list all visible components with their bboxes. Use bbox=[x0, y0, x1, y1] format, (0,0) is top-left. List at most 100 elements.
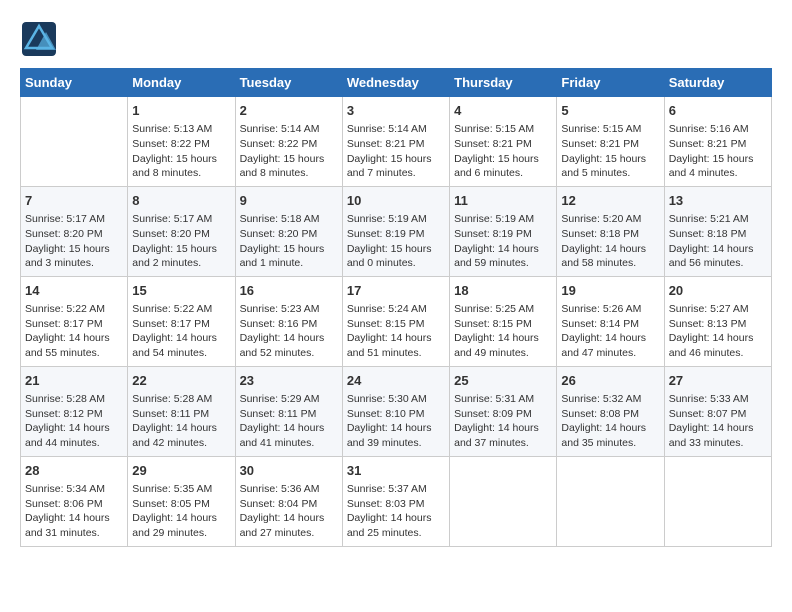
day-info-text: and 42 minutes. bbox=[132, 436, 230, 451]
day-number: 13 bbox=[669, 192, 767, 210]
day-info-text: Sunrise: 5:29 AM bbox=[240, 392, 338, 407]
day-number: 17 bbox=[347, 282, 445, 300]
day-info-text: Daylight: 14 hours bbox=[561, 421, 659, 436]
day-info-text: Daylight: 14 hours bbox=[561, 331, 659, 346]
calendar-week-4: 21Sunrise: 5:28 AMSunset: 8:12 PMDayligh… bbox=[21, 366, 772, 456]
day-info-text: Sunset: 8:20 PM bbox=[132, 227, 230, 242]
calendar-cell bbox=[450, 456, 557, 546]
day-info-text: Sunrise: 5:19 AM bbox=[454, 212, 552, 227]
day-info-text: Daylight: 14 hours bbox=[240, 331, 338, 346]
day-info-text: Sunrise: 5:15 AM bbox=[454, 122, 552, 137]
day-info-text: Sunset: 8:03 PM bbox=[347, 497, 445, 512]
weekday-header-sunday: Sunday bbox=[21, 69, 128, 97]
day-info-text: Sunrise: 5:36 AM bbox=[240, 482, 338, 497]
day-info-text: Sunrise: 5:34 AM bbox=[25, 482, 123, 497]
calendar-cell: 19Sunrise: 5:26 AMSunset: 8:14 PMDayligh… bbox=[557, 276, 664, 366]
day-number: 27 bbox=[669, 372, 767, 390]
weekday-header-saturday: Saturday bbox=[664, 69, 771, 97]
day-info-text: Sunset: 8:13 PM bbox=[669, 317, 767, 332]
day-info-text: Daylight: 14 hours bbox=[240, 421, 338, 436]
calendar-header-row: SundayMondayTuesdayWednesdayThursdayFrid… bbox=[21, 69, 772, 97]
day-info-text: Sunrise: 5:24 AM bbox=[347, 302, 445, 317]
day-number: 4 bbox=[454, 102, 552, 120]
day-info-text: and 39 minutes. bbox=[347, 436, 445, 451]
calendar-cell: 23Sunrise: 5:29 AMSunset: 8:11 PMDayligh… bbox=[235, 366, 342, 456]
day-info-text: Sunrise: 5:15 AM bbox=[561, 122, 659, 137]
day-info-text: and 25 minutes. bbox=[347, 526, 445, 541]
day-number: 14 bbox=[25, 282, 123, 300]
day-number: 11 bbox=[454, 192, 552, 210]
day-info-text: and 33 minutes. bbox=[669, 436, 767, 451]
day-info-text: and 41 minutes. bbox=[240, 436, 338, 451]
calendar-cell: 1Sunrise: 5:13 AMSunset: 8:22 PMDaylight… bbox=[128, 97, 235, 187]
day-info-text: Daylight: 14 hours bbox=[25, 511, 123, 526]
day-info-text: Daylight: 15 hours bbox=[132, 152, 230, 167]
calendar-cell: 15Sunrise: 5:22 AMSunset: 8:17 PMDayligh… bbox=[128, 276, 235, 366]
day-info-text: and 3 minutes. bbox=[25, 256, 123, 271]
day-info-text: Daylight: 14 hours bbox=[669, 242, 767, 257]
day-info-text: Daylight: 14 hours bbox=[347, 511, 445, 526]
calendar-cell: 25Sunrise: 5:31 AMSunset: 8:09 PMDayligh… bbox=[450, 366, 557, 456]
day-info-text: Sunset: 8:21 PM bbox=[561, 137, 659, 152]
day-info-text: and 55 minutes. bbox=[25, 346, 123, 361]
day-info-text: and 31 minutes. bbox=[25, 526, 123, 541]
day-info-text: and 49 minutes. bbox=[454, 346, 552, 361]
day-info-text: and 56 minutes. bbox=[669, 256, 767, 271]
day-info-text: and 47 minutes. bbox=[561, 346, 659, 361]
weekday-header-wednesday: Wednesday bbox=[342, 69, 449, 97]
day-info-text: Sunset: 8:15 PM bbox=[454, 317, 552, 332]
day-info-text: and 2 minutes. bbox=[132, 256, 230, 271]
calendar-cell: 18Sunrise: 5:25 AMSunset: 8:15 PMDayligh… bbox=[450, 276, 557, 366]
page-header bbox=[20, 20, 772, 58]
day-info-text: Sunset: 8:06 PM bbox=[25, 497, 123, 512]
day-info-text: Sunrise: 5:27 AM bbox=[669, 302, 767, 317]
calendar-cell: 22Sunrise: 5:28 AMSunset: 8:11 PMDayligh… bbox=[128, 366, 235, 456]
day-number: 31 bbox=[347, 462, 445, 480]
weekday-header-monday: Monday bbox=[128, 69, 235, 97]
day-info-text: Sunset: 8:11 PM bbox=[240, 407, 338, 422]
day-number: 16 bbox=[240, 282, 338, 300]
day-number: 24 bbox=[347, 372, 445, 390]
day-info-text: and 4 minutes. bbox=[669, 166, 767, 181]
day-info-text: Sunrise: 5:20 AM bbox=[561, 212, 659, 227]
day-info-text: Sunrise: 5:33 AM bbox=[669, 392, 767, 407]
day-number: 12 bbox=[561, 192, 659, 210]
day-number: 20 bbox=[669, 282, 767, 300]
day-info-text: Sunrise: 5:35 AM bbox=[132, 482, 230, 497]
day-info-text: and 8 minutes. bbox=[240, 166, 338, 181]
day-info-text: Daylight: 15 hours bbox=[561, 152, 659, 167]
day-info-text: Daylight: 14 hours bbox=[454, 331, 552, 346]
day-info-text: Sunset: 8:07 PM bbox=[669, 407, 767, 422]
calendar-table: SundayMondayTuesdayWednesdayThursdayFrid… bbox=[20, 68, 772, 547]
day-info-text: Sunset: 8:10 PM bbox=[347, 407, 445, 422]
weekday-header-friday: Friday bbox=[557, 69, 664, 97]
calendar-cell: 21Sunrise: 5:28 AMSunset: 8:12 PMDayligh… bbox=[21, 366, 128, 456]
day-info-text: Daylight: 14 hours bbox=[132, 421, 230, 436]
calendar-cell: 12Sunrise: 5:20 AMSunset: 8:18 PMDayligh… bbox=[557, 186, 664, 276]
day-number: 21 bbox=[25, 372, 123, 390]
day-info-text: Sunrise: 5:23 AM bbox=[240, 302, 338, 317]
day-info-text: Daylight: 14 hours bbox=[25, 421, 123, 436]
day-number: 6 bbox=[669, 102, 767, 120]
calendar-cell bbox=[664, 456, 771, 546]
day-info-text: Sunrise: 5:14 AM bbox=[240, 122, 338, 137]
day-info-text: and 54 minutes. bbox=[132, 346, 230, 361]
day-info-text: Sunrise: 5:19 AM bbox=[347, 212, 445, 227]
logo-icon bbox=[20, 20, 58, 58]
day-info-text: Sunrise: 5:18 AM bbox=[240, 212, 338, 227]
day-info-text: Daylight: 14 hours bbox=[132, 331, 230, 346]
day-number: 2 bbox=[240, 102, 338, 120]
day-info-text: Sunset: 8:21 PM bbox=[669, 137, 767, 152]
calendar-cell: 14Sunrise: 5:22 AMSunset: 8:17 PMDayligh… bbox=[21, 276, 128, 366]
calendar-cell: 28Sunrise: 5:34 AMSunset: 8:06 PMDayligh… bbox=[21, 456, 128, 546]
day-info-text: and 35 minutes. bbox=[561, 436, 659, 451]
day-info-text: and 46 minutes. bbox=[669, 346, 767, 361]
logo bbox=[20, 20, 60, 58]
day-info-text: Daylight: 15 hours bbox=[25, 242, 123, 257]
day-info-text: Sunrise: 5:28 AM bbox=[25, 392, 123, 407]
day-number: 25 bbox=[454, 372, 552, 390]
day-number: 8 bbox=[132, 192, 230, 210]
calendar-cell: 6Sunrise: 5:16 AMSunset: 8:21 PMDaylight… bbox=[664, 97, 771, 187]
day-info-text: Daylight: 14 hours bbox=[132, 511, 230, 526]
day-info-text: Sunset: 8:20 PM bbox=[25, 227, 123, 242]
